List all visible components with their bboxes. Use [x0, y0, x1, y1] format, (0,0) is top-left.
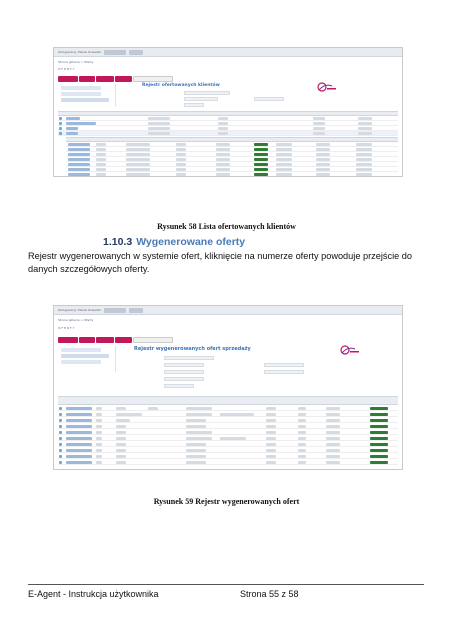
window-title: Zalogowany: Marek Kowalski [58, 308, 102, 312]
breadcrumb: Strona główna > Oferty [58, 318, 94, 322]
screenshot-generated-offers: Zalogowany: Marek Kowalski Strona główna… [53, 305, 403, 470]
window-title: Zalogowany: Marek Kowalski [58, 50, 102, 54]
section-label: OFERTY [58, 67, 76, 71]
section-label: OFERTY [58, 326, 76, 330]
table-row[interactable] [58, 418, 398, 423]
table-row[interactable] [58, 131, 398, 136]
section-number: 1.10.3 [103, 236, 133, 248]
main-menu [58, 337, 173, 343]
table-row[interactable] [58, 436, 398, 441]
table-row[interactable] [58, 412, 398, 417]
breadcrumb: Strona główna > Oferty [58, 60, 94, 64]
section-paragraph: Rejestr wygenerowanych w systemie ofert,… [28, 251, 413, 274]
panel-title: Rejestr ofertowanych klientów [142, 83, 220, 88]
table-row[interactable] [58, 430, 398, 435]
table-row[interactable] [58, 448, 398, 453]
table-row[interactable] [58, 406, 398, 411]
figure-58-caption: Rysunek 58 Lista ofertowanych klientów [157, 222, 296, 231]
brand-logo-icon [340, 345, 359, 355]
table-row[interactable] [58, 460, 398, 465]
screenshot-offered-clients: Zalogowany: Marek Kowalski Strona główna… [53, 47, 403, 177]
table-row[interactable] [58, 442, 398, 447]
panel-title: Rejestr wygenerowanych ofert sprzedaży [134, 346, 251, 352]
left-navigation [58, 84, 116, 106]
table-row[interactable] [58, 424, 398, 429]
footer-divider [28, 584, 424, 585]
section-heading: 1.10.3 Wygenerowane oferty [103, 236, 245, 248]
offers-grid-header [58, 396, 398, 405]
figure-59-caption: Rysunek 59 Rejestr wygenerowanych ofert [153, 497, 300, 506]
main-menu [58, 76, 173, 82]
footer-document-title: E-Agent - Instrukcja użytkownika [28, 589, 159, 599]
table-row[interactable] [58, 454, 398, 459]
window-topbar: Zalogowany: Marek Kowalski [54, 48, 402, 57]
brand-logo-icon [317, 82, 336, 92]
window-topbar: Zalogowany: Marek Kowalski [54, 306, 402, 315]
left-navigation [58, 346, 116, 372]
table-row[interactable] [66, 172, 398, 176]
section-title: Wygenerowane oferty [136, 236, 246, 248]
footer-page-number: Strona 55 z 58 [240, 589, 299, 599]
